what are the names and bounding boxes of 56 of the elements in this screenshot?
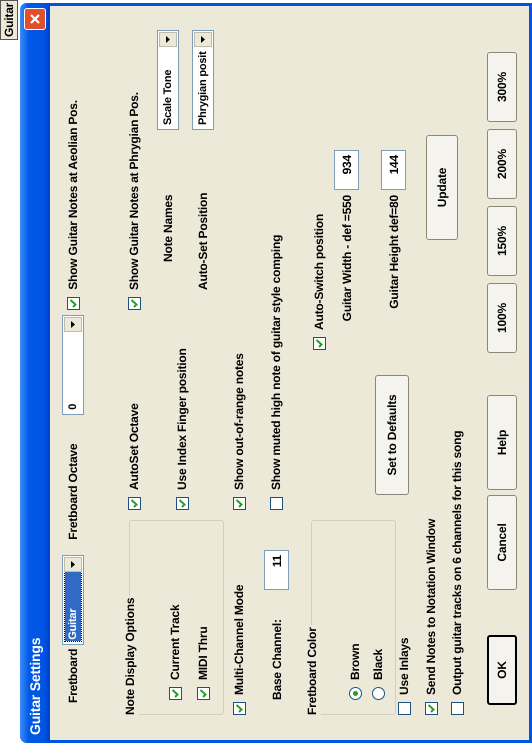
button[interactable]: OK (487, 635, 517, 705)
checkbox-label: Output guitar tracks on 6 channels for this song (449, 430, 465, 695)
radio-button[interactable] (348, 687, 362, 700)
window-title: Guitar Settings (26, 638, 44, 735)
checkbox[interactable] (176, 497, 188, 510)
button[interactable]: 100% (487, 283, 517, 353)
checkbox-label: Auto-Switch position (311, 214, 327, 330)
button[interactable]: 200% (487, 129, 517, 199)
checkbox[interactable] (312, 337, 326, 350)
auto-set-position-label: Auto-Set Position (195, 192, 211, 290)
checkbox-label: MIDI Thru (195, 626, 211, 680)
note-names-label: Note Names (160, 194, 176, 262)
checkbox[interactable] (128, 497, 140, 510)
button[interactable]: Help (487, 395, 517, 490)
checkbox-label: Multi-Channel Mode (231, 584, 247, 695)
checkbox[interactable] (270, 497, 282, 510)
checkbox[interactable] (450, 702, 464, 715)
checkbox-label: Show out-of-range notes (231, 353, 247, 490)
dropdown[interactable]: Scale Tone (157, 30, 179, 130)
radio-button[interactable] (372, 687, 384, 700)
button[interactable]: Set to Defaults (375, 375, 409, 495)
checkbox[interactable] (66, 296, 80, 310)
checkbox[interactable] (424, 702, 438, 715)
checkbox[interactable] (168, 687, 182, 700)
button[interactable]: Cancel (487, 495, 517, 590)
dropdown[interactable]: Phrygian posit (192, 30, 214, 130)
button[interactable]: 300% (487, 52, 517, 122)
checkbox[interactable] (232, 497, 246, 510)
checkbox[interactable] (196, 687, 210, 700)
checkbox-label: Use Index Finger position (174, 348, 190, 490)
button[interactable]: Update (426, 135, 458, 240)
radio-label: Black (370, 648, 386, 680)
base-channel-label: Base Channel: (268, 618, 284, 700)
dropdown[interactable]: Guitar (62, 554, 84, 645)
checkbox-label: Show Guitar Notes at Phrygian Pos. (126, 92, 142, 290)
checkbox-label: Use Inlays (396, 638, 412, 695)
background-button[interactable]: Guitar (0, 0, 18, 40)
fretboard-octave-label: Fretboard Octave (65, 442, 81, 540)
checkbox[interactable] (128, 297, 140, 310)
guitar-height-label: Guitar Height def=80 (386, 195, 402, 309)
checkbox-label: Send Notes to Notation Window (423, 518, 439, 695)
checkbox-label: Show Guitar Notes at Aeolian Pos. (65, 100, 81, 290)
number-field[interactable]: 144 (381, 150, 406, 190)
close-icon[interactable] (24, 8, 46, 30)
checkbox-label: AutoSet Octave (126, 403, 142, 490)
number-field[interactable]: 934 (334, 150, 359, 190)
dropdown[interactable]: 0 (62, 314, 84, 415)
button[interactable]: 150% (487, 206, 517, 276)
guitar-width-label: Guitar Width - def =550 (338, 195, 354, 322)
number-field[interactable]: 11 (264, 550, 289, 590)
radio-label: Brown (347, 644, 363, 680)
checkbox-label: Show muted high note of guitar style comping (268, 234, 284, 490)
fretboard-label: Fretboard (65, 648, 81, 703)
checkbox[interactable] (232, 702, 246, 715)
checkbox[interactable] (398, 702, 410, 715)
checkbox-label: Current Track (167, 604, 183, 680)
